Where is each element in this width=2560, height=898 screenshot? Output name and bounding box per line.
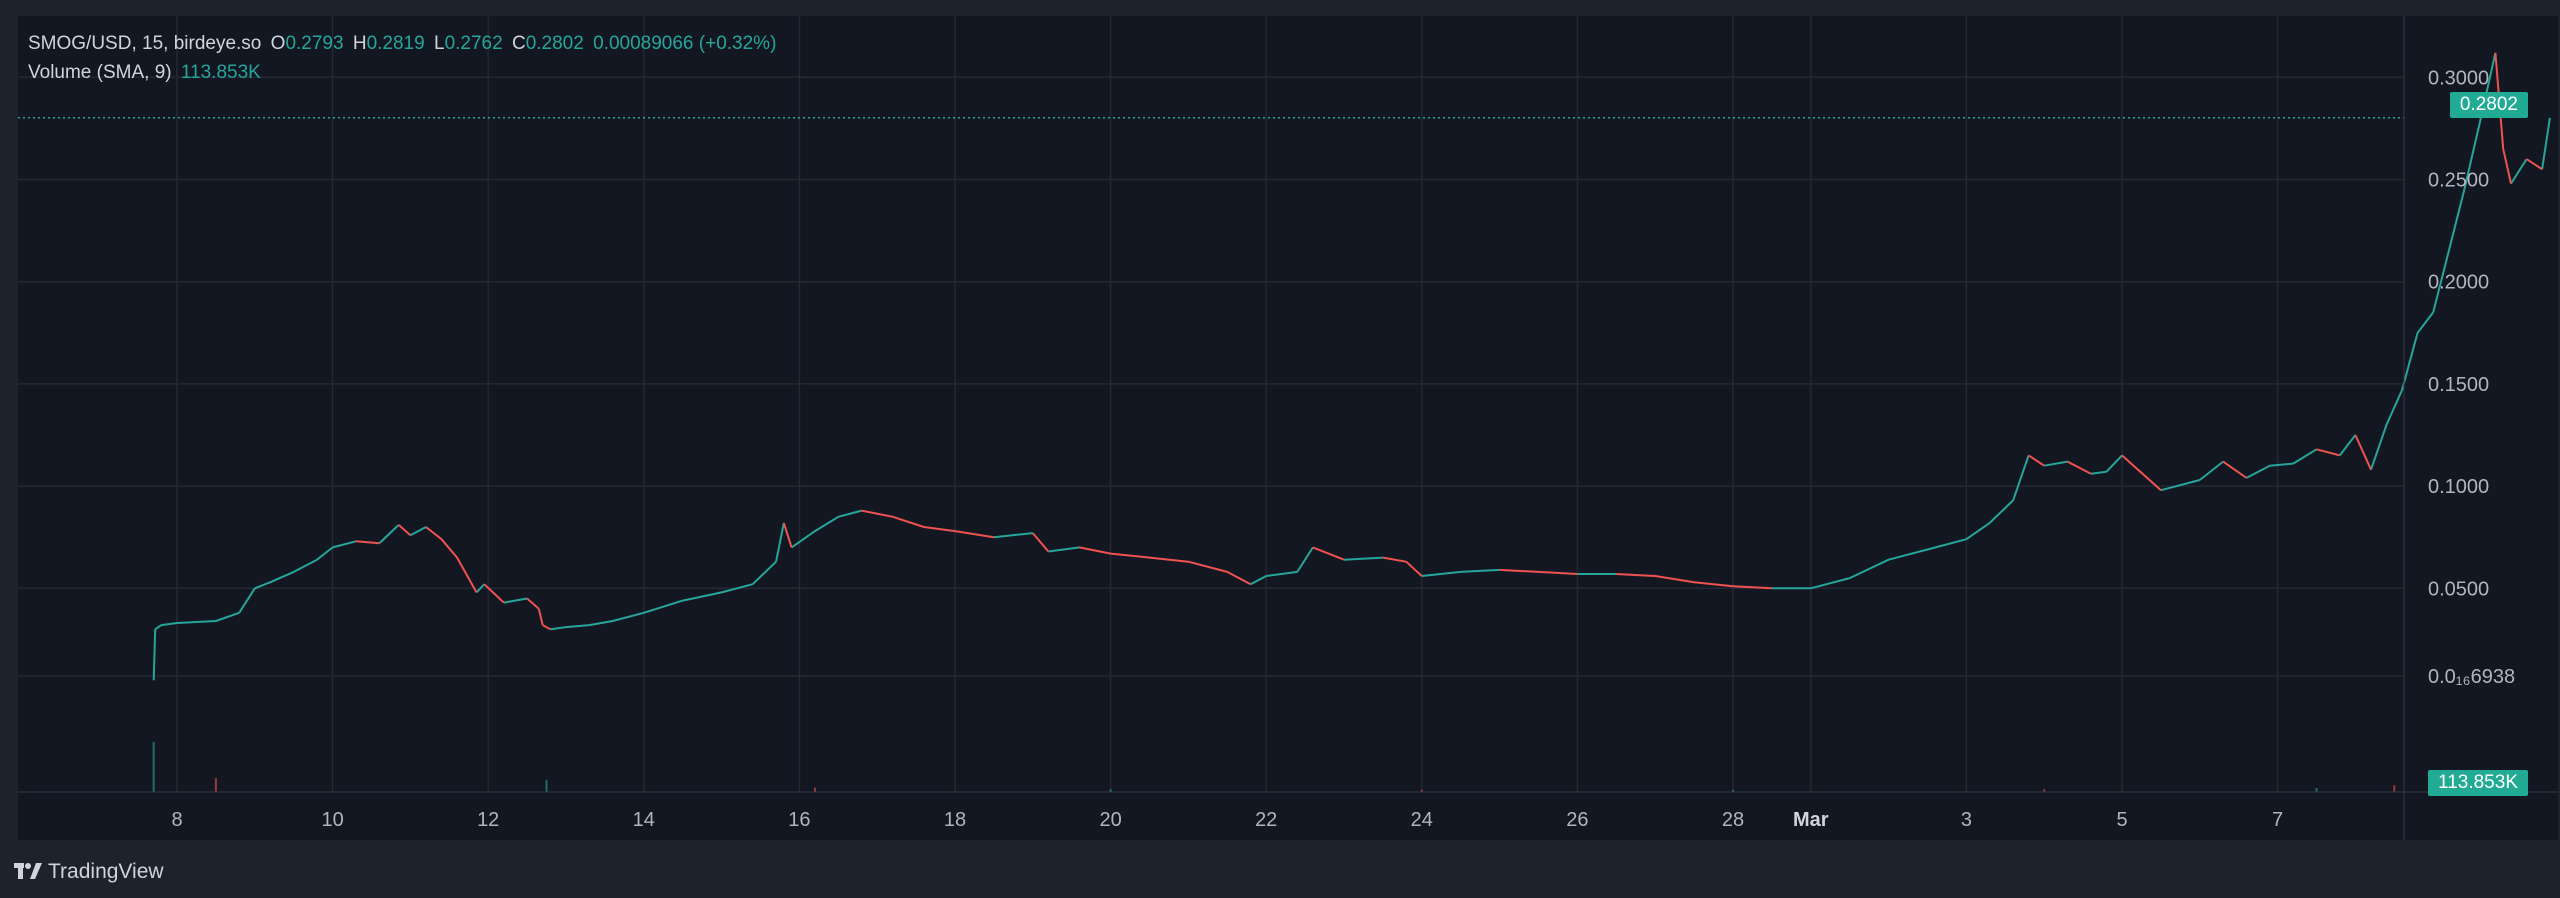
legend-low-value: 0.2762 bbox=[444, 33, 503, 54]
time-tick-label: 14 bbox=[633, 809, 655, 831]
time-tick-label: 20 bbox=[1099, 809, 1121, 831]
volume-value-badge: 113.853K bbox=[2428, 770, 2528, 796]
chart-pane[interactable] bbox=[18, 16, 2558, 840]
legend-change: 0.00089066 (+0.32%) bbox=[593, 33, 777, 54]
time-tick-label: 10 bbox=[321, 809, 343, 831]
time-tick-label: 26 bbox=[1566, 809, 1588, 831]
volume-bar bbox=[813, 787, 816, 792]
time-tick-label: 16 bbox=[788, 809, 810, 831]
tradingview-logo[interactable]: TradingView bbox=[14, 860, 164, 884]
time-tick-label: 18 bbox=[944, 809, 966, 831]
legend-symbol[interactable]: SMOG/USD, 15, birdeye.so bbox=[28, 33, 261, 54]
time-tick-label: 5 bbox=[2116, 809, 2127, 831]
price-tick-label-small: 0.0₁₆6938 bbox=[2428, 666, 2515, 688]
price-tick-label: 0.1000 bbox=[2428, 476, 2489, 498]
volume-bar bbox=[2315, 788, 2318, 792]
time-tick-label: 22 bbox=[1255, 809, 1277, 831]
legend-high-value: 0.2819 bbox=[366, 33, 425, 54]
legend-low-label: L bbox=[433, 33, 445, 54]
legend-volume-value: 113.853K bbox=[180, 62, 261, 83]
price-tick-label: 0.2500 bbox=[2428, 170, 2489, 192]
time-tick-label: 3 bbox=[1961, 809, 1972, 831]
time-tick-label: 28 bbox=[1722, 809, 1744, 831]
legend-close-label: C bbox=[511, 33, 526, 54]
legend-high-label: H bbox=[352, 33, 367, 54]
price-tick-label: 0.3000 bbox=[2428, 67, 2489, 89]
volume-bar bbox=[214, 778, 217, 792]
brand-name: TradingView bbox=[48, 860, 164, 883]
time-tick-label: 24 bbox=[1411, 809, 1433, 831]
legend-row-volume[interactable]: Volume (SMA, 9) 113.853K bbox=[28, 62, 265, 84]
legend-open-value: 0.2793 bbox=[285, 33, 344, 54]
legend-close-value: 0.2802 bbox=[525, 33, 584, 54]
chart-root: 0.3000 0.2500 0.2000 0.1500 0.1000 0.0500 0.0₁… bbox=[0, 0, 2560, 898]
price-tick-label: 0.1500 bbox=[2428, 374, 2489, 396]
volume-bar bbox=[545, 779, 548, 792]
time-tick-label: 7 bbox=[2272, 809, 2283, 831]
price-chart[interactable]: 0.3000 0.2500 0.2000 0.1500 0.1000 0.0500 0.0₁… bbox=[0, 0, 2560, 898]
time-tick-label: 8 bbox=[171, 809, 182, 831]
tradingview-icon bbox=[14, 863, 42, 879]
time-tick-label: Mar bbox=[1793, 809, 1829, 831]
legend-open-label: O bbox=[270, 33, 286, 54]
volume-bar bbox=[152, 742, 155, 792]
time-tick-label: 12 bbox=[477, 809, 499, 831]
legend-volume-label[interactable]: Volume (SMA, 9) bbox=[28, 62, 172, 83]
price-tick-label: 0.0500 bbox=[2428, 578, 2489, 600]
price-tick-label: 0.2000 bbox=[2428, 272, 2489, 294]
volume-bar bbox=[2393, 785, 2396, 792]
last-price-badge: 0.2802 bbox=[2449, 92, 2528, 118]
legend-row-price[interactable]: SMOG/USD, 15, birdeye.so O0.2793 H0.2819… bbox=[28, 33, 780, 55]
